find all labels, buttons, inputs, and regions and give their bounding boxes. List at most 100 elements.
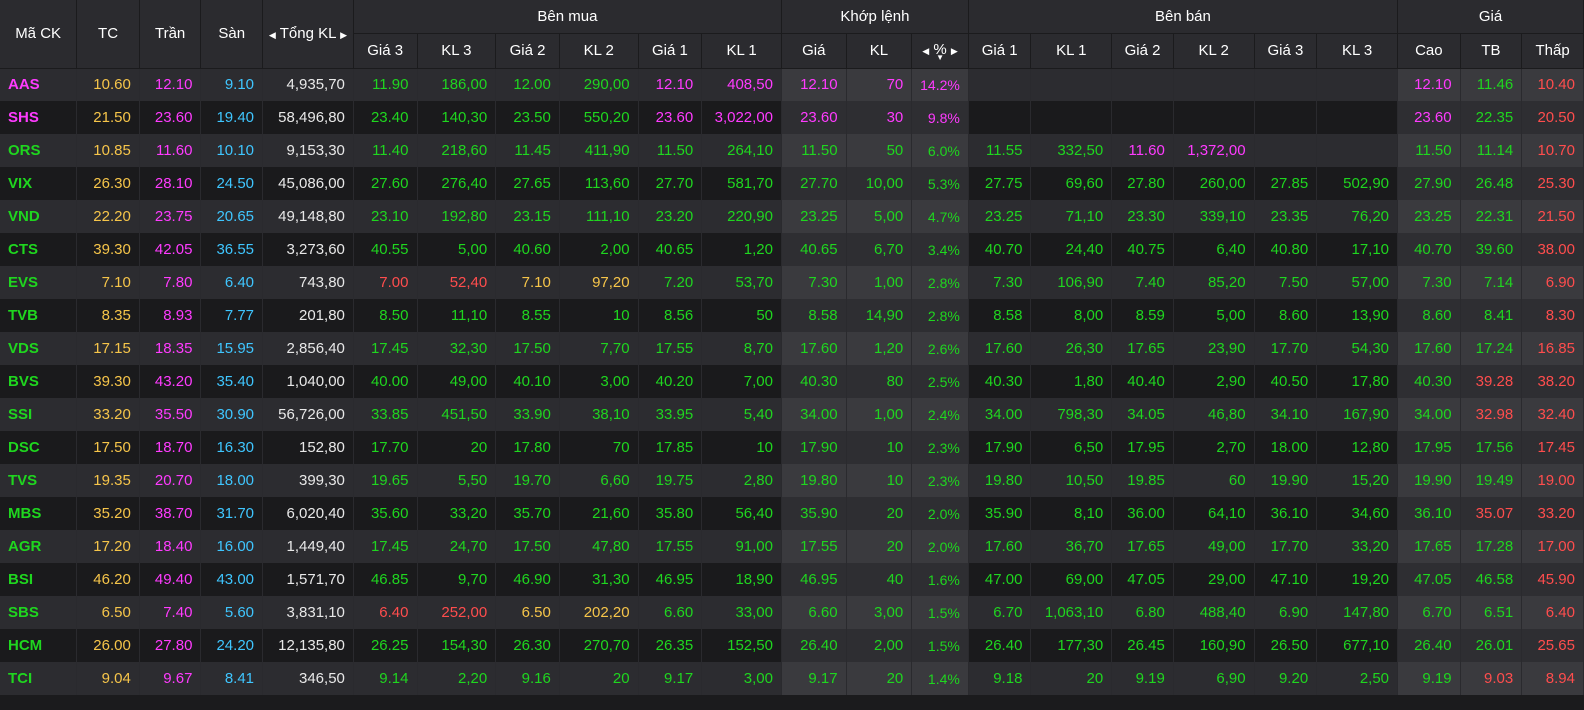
symbol-cell[interactable]: BVS bbox=[0, 365, 78, 398]
table-row[interactable]: VND 22.20 23.75 20.65 49,148,80 23.10 192,80 23… bbox=[0, 200, 1584, 233]
table-row[interactable]: SBS 6.50 7.40 5.60 3,831,10 6.40 252,00 6.50 202… bbox=[0, 596, 1584, 629]
high-price-cell: 40.30 bbox=[1397, 365, 1461, 398]
symbol-cell[interactable]: TCI bbox=[0, 662, 78, 695]
ref-price-cell: 26.30 bbox=[76, 167, 140, 200]
symbol-cell[interactable]: BSI bbox=[0, 563, 78, 596]
buy-volume-3-cell: 32,30 bbox=[417, 332, 497, 365]
total-volume-cell: 3,273,60 bbox=[262, 233, 354, 266]
scroll-right-icon[interactable]: ▶ bbox=[951, 46, 958, 56]
buy-volume-2-cell: 202,20 bbox=[559, 596, 639, 629]
symbol-cell[interactable]: AAS bbox=[0, 68, 78, 101]
header-high[interactable]: Cao bbox=[1397, 33, 1461, 69]
table-row[interactable]: ORS 10.85 11.60 10.10 9,153,30 11.40 218,60 11.… bbox=[0, 134, 1584, 167]
header-sell-kl3[interactable]: KL 3 bbox=[1316, 33, 1399, 69]
scroll-left-icon[interactable]: ◀ bbox=[269, 30, 276, 40]
sell-volume-3-cell: 2,50 bbox=[1316, 662, 1399, 695]
header-ref[interactable]: TC bbox=[76, 0, 140, 69]
header-ceiling[interactable]: Trần bbox=[139, 0, 202, 69]
table-row[interactable]: VIX 26.30 28.10 24.50 45,086,00 27.60 276,40 27… bbox=[0, 167, 1584, 200]
header-floor[interactable]: Sàn bbox=[200, 0, 264, 69]
header-total-volume[interactable]: ◀ Tổng KL ▶ bbox=[262, 0, 354, 69]
table-row[interactable]: MBS 35.20 38.70 31.70 6,020,40 35.60 33,20 35.7… bbox=[0, 497, 1584, 530]
buy-price-2-cell: 8.55 bbox=[495, 299, 560, 332]
symbol-cell[interactable]: VIX bbox=[0, 167, 78, 200]
table-row[interactable]: TVB 8.35 8.93 7.77 201,80 8.50 11,10 8.55 10 8.56… bbox=[0, 299, 1584, 332]
table-row[interactable]: BSI 46.20 49.40 43.00 1,571,70 46.85 9,70 46.90… bbox=[0, 563, 1584, 596]
scroll-left-icon[interactable]: ◀ bbox=[922, 46, 929, 56]
buy-volume-2-cell: 7,70 bbox=[559, 332, 639, 365]
symbol-cell[interactable]: SBS bbox=[0, 596, 78, 629]
ref-price-cell: 35.20 bbox=[76, 497, 140, 530]
symbol-cell[interactable]: AGR bbox=[0, 530, 78, 563]
header-sell-giá1[interactable]: Giá 1 bbox=[968, 33, 1032, 69]
header-match-volume[interactable]: KL bbox=[846, 33, 913, 69]
symbol-cell[interactable]: CTS bbox=[0, 233, 78, 266]
sell-volume-3-cell: 677,10 bbox=[1316, 629, 1399, 662]
header-sell-kl1[interactable]: KL 1 bbox=[1030, 33, 1113, 69]
symbol-cell[interactable]: SSI bbox=[0, 398, 78, 431]
header-change-percent[interactable]: ◀ % ▶ ▼ bbox=[911, 33, 969, 69]
match-price-cell: 17.60 bbox=[781, 332, 847, 365]
header-sell-giá2[interactable]: Giá 2 bbox=[1111, 33, 1174, 69]
floor-price-cell: 30.90 bbox=[200, 398, 264, 431]
symbol-cell[interactable]: TVS bbox=[0, 464, 78, 497]
symbol-cell[interactable]: MBS bbox=[0, 497, 78, 530]
symbol-cell[interactable]: VND bbox=[0, 200, 78, 233]
header-buy-giá2[interactable]: Giá 2 bbox=[495, 33, 560, 69]
sell-volume-2-cell: 339,10 bbox=[1173, 200, 1255, 233]
header-sell-giá3[interactable]: Giá 3 bbox=[1254, 33, 1318, 69]
table-row[interactable]: SHS 21.50 23.60 19.40 58,496,80 23.40 140,30 23… bbox=[0, 101, 1584, 134]
sell-price-1-cell: 19.80 bbox=[968, 464, 1032, 497]
ceiling-price-cell: 7.80 bbox=[139, 266, 202, 299]
high-price-cell: 11.50 bbox=[1397, 134, 1461, 167]
table-row[interactable]: HCM 26.00 27.80 24.20 12,135,80 26.25 154,30 26… bbox=[0, 629, 1584, 662]
symbol-cell[interactable]: ORS bbox=[0, 134, 78, 167]
sell-price-3-cell bbox=[1254, 134, 1318, 167]
table-row[interactable]: TVS 19.35 20.70 18.00 399,30 19.65 5,50 19.70 6,… bbox=[0, 464, 1584, 497]
high-price-cell: 26.40 bbox=[1397, 629, 1461, 662]
symbol-cell[interactable]: SHS bbox=[0, 101, 78, 134]
header-buy-kl1[interactable]: KL 1 bbox=[701, 33, 782, 69]
table-row[interactable]: DSC 17.50 18.70 16.30 152,80 17.70 20 17.80 70 17… bbox=[0, 431, 1584, 464]
sell-volume-1-cell: 177,30 bbox=[1030, 629, 1113, 662]
header-buy-giá3[interactable]: Giá 3 bbox=[353, 33, 418, 69]
table-row[interactable]: EVS 7.10 7.80 6.40 743,80 7.00 52,40 7.10 97,20 7… bbox=[0, 266, 1584, 299]
header-low[interactable]: Thấp bbox=[1521, 33, 1584, 69]
header-symbol[interactable]: Mã CK bbox=[0, 0, 78, 69]
header-buy-giá1[interactable]: Giá 1 bbox=[638, 33, 703, 69]
symbol-cell[interactable]: EVS bbox=[0, 266, 78, 299]
table-row[interactable]: CTS 39.30 42.05 36.55 3,273,60 40.55 5,00 40.60… bbox=[0, 233, 1584, 266]
symbol-cell[interactable]: TVB bbox=[0, 299, 78, 332]
table-row[interactable]: AGR 17.20 18.40 16.00 1,449,40 17.45 24,70 17.5… bbox=[0, 530, 1584, 563]
symbol-cell[interactable]: HCM bbox=[0, 629, 78, 662]
symbol-cell[interactable]: DSC bbox=[0, 431, 78, 464]
ceiling-price-cell: 18.35 bbox=[139, 332, 202, 365]
header-average[interactable]: TB bbox=[1460, 33, 1523, 69]
sort-desc-icon[interactable]: ▼ bbox=[912, 53, 968, 61]
buy-volume-1-cell: 152,50 bbox=[701, 629, 782, 662]
buy-price-3-cell: 8.50 bbox=[353, 299, 418, 332]
table-row[interactable]: SSI 33.20 35.50 30.90 56,726,00 33.85 451,50 33… bbox=[0, 398, 1584, 431]
buy-volume-2-cell: 550,20 bbox=[559, 101, 639, 134]
header-buy-kl3[interactable]: KL 3 bbox=[417, 33, 497, 69]
change-percent-cell: 3.4% bbox=[911, 233, 969, 266]
header-match-price[interactable]: Giá bbox=[781, 33, 847, 69]
match-price-cell: 46.95 bbox=[781, 563, 847, 596]
floor-price-cell: 6.40 bbox=[200, 266, 264, 299]
symbol-cell[interactable]: VDS bbox=[0, 332, 78, 365]
table-row[interactable]: AAS 10.60 12.10 9.10 4,935,70 11.90 186,00 12.0… bbox=[0, 68, 1584, 101]
header-sell-kl2[interactable]: KL 2 bbox=[1173, 33, 1255, 69]
table-row[interactable]: TCI 9.04 9.67 8.41 346,50 9.14 2,20 9.16 20 9.17 3… bbox=[0, 662, 1584, 695]
scroll-right-icon[interactable]: ▶ bbox=[340, 30, 347, 40]
low-price-cell: 25.30 bbox=[1521, 167, 1584, 200]
sell-volume-3-cell: 76,20 bbox=[1316, 200, 1399, 233]
sell-price-1-cell: 9.18 bbox=[968, 662, 1032, 695]
high-price-cell: 17.95 bbox=[1397, 431, 1461, 464]
header-buy-kl2[interactable]: KL 2 bbox=[559, 33, 639, 69]
change-percent-cell: 1.6% bbox=[911, 563, 969, 596]
buy-price-3-cell: 27.60 bbox=[353, 167, 418, 200]
average-price-cell: 8.41 bbox=[1460, 299, 1523, 332]
table-row[interactable]: VDS 17.15 18.35 15.95 2,856,40 17.45 32,30 17.5… bbox=[0, 332, 1584, 365]
table-row[interactable]: BVS 39.30 43.20 35.40 1,040,00 40.00 49,00 40.1… bbox=[0, 365, 1584, 398]
sell-price-2-cell: 11.60 bbox=[1111, 134, 1174, 167]
